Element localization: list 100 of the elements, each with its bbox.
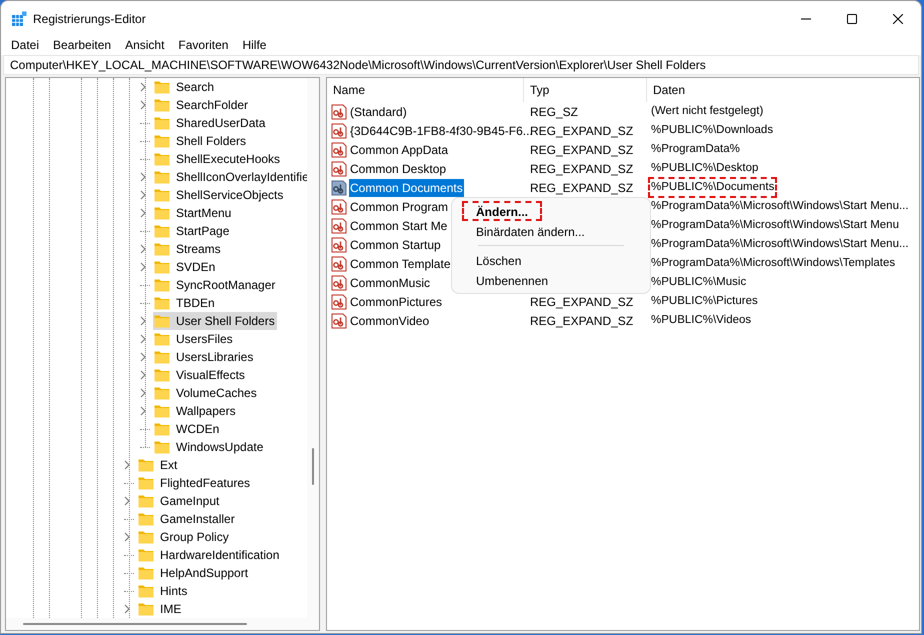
string-value-icon [331, 198, 347, 214]
folder-icon [138, 566, 154, 580]
folder-icon [154, 368, 170, 382]
chevron-right-icon[interactable] [123, 496, 131, 506]
tree-item[interactable]: TBDEn [139, 294, 217, 312]
folder-icon [138, 476, 154, 490]
folder-icon [154, 206, 170, 220]
chevron-right-icon[interactable] [123, 604, 131, 614]
column-header[interactable]: Name [327, 78, 524, 102]
maximize-icon [847, 14, 857, 24]
value-data: %PUBLIC%\Pictures [650, 294, 759, 309]
folder-icon [154, 332, 170, 346]
tree-item[interactable]: Search [139, 78, 216, 96]
value-name[interactable]: CommonVideo [349, 312, 430, 330]
tree-item[interactable]: SVDEn [139, 258, 218, 276]
folder-icon [154, 224, 170, 238]
folder-icon [154, 278, 170, 292]
tree-item[interactable]: Shell Folders [139, 132, 248, 150]
value-data: %PUBLIC%\Videos [650, 312, 752, 328]
tree-item[interactable]: GameInstaller [123, 510, 237, 528]
tree-item[interactable]: HelpAndSupport [123, 564, 250, 582]
string-value-icon [331, 218, 347, 234]
tree-item[interactable]: FlightedFeatures [123, 474, 252, 492]
string-value-icon [331, 312, 347, 328]
tree-item[interactable]: Hints [123, 582, 190, 600]
chevron-right-icon[interactable] [123, 532, 131, 542]
tree-item[interactable]: UsersFiles [139, 330, 235, 348]
scrollbar-thumb[interactable] [312, 448, 314, 485]
tree-item[interactable]: IME [123, 600, 184, 618]
value-data: %ProgramData% [650, 142, 741, 157]
column-header[interactable]: Daten [647, 78, 919, 102]
folder-icon [154, 80, 170, 94]
folder-icon [154, 260, 170, 274]
folder-icon [154, 242, 170, 256]
tree-item[interactable]: SearchFolder [139, 96, 250, 114]
value-name[interactable]: (Standard) [349, 102, 408, 120]
string-value-icon [331, 274, 347, 290]
folder-icon [154, 170, 170, 184]
tree-item[interactable]: VolumeCaches [139, 384, 259, 402]
string-value-icon [331, 236, 347, 252]
tree-item[interactable]: ShellServiceObjects [139, 186, 286, 204]
menu-item[interactable]: Favoriten [171, 37, 236, 53]
tree-item[interactable]: WindowsUpdate [139, 438, 266, 456]
tree-item[interactable]: ShellIconOverlayIdentifie [139, 168, 311, 186]
string-value-icon [331, 160, 347, 176]
value-name[interactable]: Common Program [349, 198, 450, 216]
value-name[interactable]: Common Start Me [349, 216, 448, 234]
tree-item[interactable]: Ext [123, 456, 180, 474]
tree-item[interactable]: StartPage [139, 222, 232, 240]
tree-item[interactable]: VisualEffects [139, 366, 247, 384]
scrollbar-thumb[interactable] [23, 623, 247, 625]
value-data: %ProgramData%\Microsoft\Windows\Start Menu... [650, 198, 910, 214]
context-menu-item[interactable]: Binärdaten ändern... [462, 221, 599, 241]
menu-item[interactable]: Datei [4, 37, 46, 53]
string-value-icon [331, 142, 347, 158]
value-type: REG_EXPAND_SZ [530, 294, 634, 308]
value-name[interactable]: Common AppData [349, 140, 450, 158]
tree-item[interactable]: Streams [139, 240, 223, 258]
folder-icon [154, 314, 170, 328]
value-name[interactable]: CommonMusic [349, 274, 432, 292]
value-data: %ProgramData%\Microsoft\Windows\Start Menu... [650, 236, 910, 252]
value-type: REG_EXPAND_SZ [530, 124, 634, 138]
folder-icon [138, 530, 154, 544]
address-bar[interactable]: Computer\HKEY_LOCAL_MACHINE\SOFTWARE\WOW6432Node\Microsoft\Windows\CurrentVersion\Explorer\User Shell Folders [3, 55, 919, 75]
folder-icon [154, 386, 170, 400]
menu-item[interactable]: Bearbeiten [46, 37, 118, 53]
context-menu-item[interactable]: Löschen [462, 250, 536, 270]
value-name[interactable]: Common Startup [349, 236, 442, 254]
value-data: %ProgramData%\Microsoft\Windows\Start Menu [650, 218, 900, 233]
tree-item[interactable]: ShellExecuteHooks [139, 150, 282, 168]
value-name[interactable]: CommonPictures [349, 292, 444, 310]
string-value-icon [331, 180, 347, 196]
column-header[interactable]: Typ [524, 78, 647, 102]
menu-item[interactable]: Hilfe [235, 37, 274, 53]
folder-icon [138, 584, 154, 598]
value-data: %PUBLIC%\Desktop [650, 160, 760, 176]
value-type: REG_EXPAND_SZ [530, 142, 634, 156]
value-name[interactable]: Common Documents [349, 178, 464, 196]
context-menu-item[interactable]: Umbenennen [462, 270, 562, 290]
tree-item[interactable]: WCDEn [139, 420, 222, 438]
tree-item[interactable]: StartMenu [139, 204, 234, 222]
menu-item[interactable]: Ansicht [118, 37, 172, 53]
tree-item[interactable]: HardwareIdentification [123, 546, 282, 564]
chevron-right-icon[interactable] [123, 460, 131, 470]
folder-icon [154, 296, 170, 310]
folder-icon [138, 458, 154, 472]
tree-item[interactable]: SyncRootManager [139, 276, 278, 294]
folder-icon [154, 404, 170, 418]
tree-item[interactable]: Group Policy [123, 528, 231, 546]
context-menu-item[interactable]: Ändern... [462, 201, 542, 221]
folder-icon [154, 152, 170, 166]
tree-item[interactable]: UsersLibraries [139, 348, 256, 366]
value-name[interactable]: Common Template [349, 254, 452, 272]
value-type: REG_SZ [530, 104, 578, 118]
tree-item[interactable]: Wallpapers [139, 402, 238, 420]
value-name[interactable]: Common Desktop [349, 160, 448, 178]
tree-item[interactable]: SharedUserData [139, 114, 268, 132]
string-value-icon [331, 256, 347, 272]
tree-item[interactable]: GameInput [123, 492, 222, 510]
string-value-icon [331, 122, 347, 138]
